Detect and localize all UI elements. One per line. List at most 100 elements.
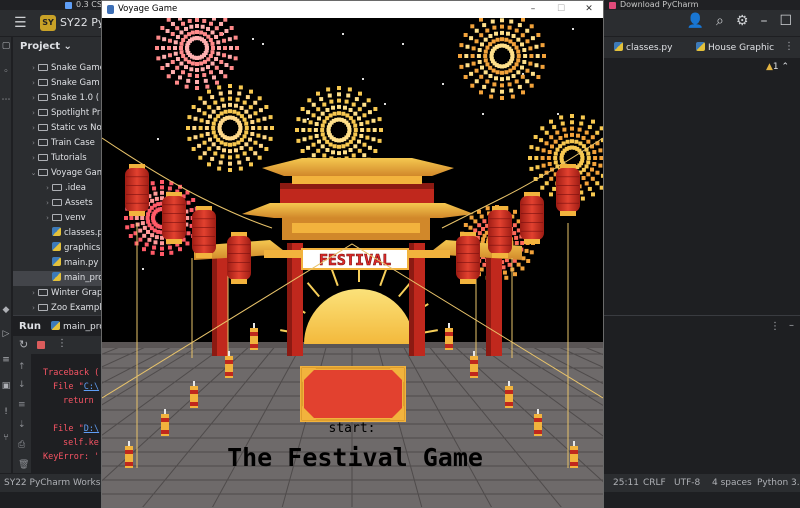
star [262,43,264,45]
folder-icon [38,94,48,101]
tree-item[interactable]: › venv [13,211,103,226]
chevron-icon[interactable]: › [29,286,38,301]
console-line: Traceback ( [43,368,100,378]
warnings-indicator[interactable]: ▲1 ⌃ [766,62,789,72]
terminal-icon[interactable]: ▣ [1,381,11,391]
editor-tab[interactable]: House Graphic [696,37,774,59]
hide-panel-icon[interactable]: – [789,320,794,331]
tree-item[interactable]: classes.p [13,226,103,241]
print-icon[interactable]: ⎙ [18,440,25,450]
tree-item[interactable]: › Snake 1.0 ( [13,91,103,106]
tree-item[interactable]: › Snake Gam [13,76,103,91]
game-window: Voyage Game – ☐ ✕ FESTIVAL start: The Fe… [101,0,604,508]
chevron-icon[interactable]: › [29,301,38,316]
close-icon[interactable]: ✕ [575,1,603,18]
browser-tab[interactable]: Download PyCharm [606,0,706,10]
chevron-icon[interactable]: › [29,151,38,166]
more-options-icon[interactable]: ⋮ [57,338,67,349]
maximize-icon[interactable]: ☐ [779,13,792,29]
tree-item[interactable]: › Assets [13,196,103,211]
status-encoding[interactable]: UTF-8 [674,474,700,492]
folder-icon [52,214,62,221]
editor-tab[interactable]: classes.py [614,37,672,59]
add-user-icon[interactable]: 👤 [687,13,704,29]
tree-item[interactable]: › .idea [13,181,103,196]
toolbar-right-icons: 👤 ⌕ ⚙ – ☐ [687,13,792,29]
game-window-title: Voyage Game [118,4,178,14]
star [384,103,386,105]
chevron-icon[interactable]: › [43,181,52,196]
game-canvas[interactable]: FESTIVAL start: The Festival Game [102,18,603,508]
project-panel-title[interactable]: Project ⌄ [20,41,72,52]
project-badge[interactable]: SY [40,15,56,31]
run-panel: Run main_pro ↻ ⋮ ↑ ↓ ≡ ⇣ ⎙ 🗑 Traceback (… [13,315,105,478]
star [142,268,144,270]
tree-item[interactable]: graphics [13,241,103,256]
tree-item[interactable]: › Zoo Exampl [13,301,103,316]
folder-icon [38,139,48,146]
problems-icon[interactable]: ! [1,407,11,417]
chevron-icon[interactable]: › [29,61,38,76]
status-indent[interactable]: 4 spaces [712,474,752,492]
status-caret[interactable]: 25:11 [613,474,639,492]
tree-item[interactable]: main.py [13,256,103,271]
chevron-icon[interactable]: › [29,76,38,91]
tree-item[interactable]: ⌄ Voyage Gam [13,166,103,181]
tree-item[interactable]: main_pro [13,271,103,286]
main-menu-icon[interactable]: ☰ [14,15,27,31]
tree-item[interactable]: › Static vs No [13,121,103,136]
tree-item[interactable]: › Spotlight Pr [13,106,103,121]
tree-item[interactable]: › Train Case [13,136,103,151]
scroll-end-icon[interactable]: ⇣ [18,420,26,430]
commit-icon[interactable]: ◦ [1,67,11,77]
star [482,113,484,115]
console-link[interactable]: C:\ [84,382,99,392]
folder-icon[interactable]: ▢ [1,41,11,51]
tree-item[interactable]: › Tutorials [13,151,103,166]
search-icon[interactable]: ⌕ [716,13,724,29]
console-line: File "D:\ [53,424,100,434]
run-panel-title: Run [19,321,41,332]
status-interpreter[interactable]: Python 3.1 [757,474,800,492]
chevron-icon[interactable]: ⌄ [29,166,38,181]
tree-item[interactable]: › Snake Game [13,61,103,76]
star [252,38,254,40]
maximize-icon[interactable]: ☐ [547,1,575,18]
down-arrow-icon[interactable]: ↓ [18,380,26,390]
status-line-sep[interactable]: CRLF [643,474,666,492]
run-tab[interactable]: main_pro [51,321,105,332]
chevron-icon[interactable]: › [29,136,38,151]
services-icon[interactable]: ▷ [1,329,11,339]
structure-icon[interactable]: ⋯ [1,95,11,105]
chevron-icon[interactable]: › [43,196,52,211]
more-options-icon[interactable]: ⋮ [770,321,780,332]
chevron-icon[interactable]: › [29,106,38,121]
more-tabs-icon[interactable]: ⋮ [784,41,794,52]
git-icon[interactable]: ⑂ [1,433,11,443]
chevron-icon[interactable]: › [29,91,38,106]
start-button[interactable] [300,366,406,422]
rerun-icon[interactable]: ↻ [19,338,28,351]
console-link[interactable]: D:\ [84,424,99,434]
up-arrow-icon[interactable]: ↑ [18,362,26,372]
chevron-icon[interactable]: › [43,211,52,226]
wrap-icon[interactable]: ≡ [18,400,26,410]
minimize-icon[interactable]: – [519,1,547,18]
python-file-icon [52,242,61,251]
folder-icon [38,304,48,311]
layers-icon[interactable]: ≡ [1,355,11,365]
console-line: self.ke [63,438,99,448]
settings-icon[interactable]: ⚙ [736,13,749,29]
stop-icon[interactable] [37,341,45,349]
python-file-icon [696,42,705,51]
python-packages-icon[interactable]: ◆ [1,305,11,315]
tree-item[interactable]: › Winter Grap [13,286,103,301]
trash-icon[interactable]: 🗑 [18,460,29,470]
project-panel: Project ⌄ › Snake Game › Snake Gam › Snake 1.… [13,37,103,315]
chevron-icon[interactable]: › [29,121,38,136]
tree-item-label: Assets [65,198,93,208]
tree-item-label: Snake Gam [51,78,100,88]
tree-item-label: main_pro [64,273,103,283]
minimize-icon[interactable]: – [760,13,767,29]
editor-area[interactable] [604,59,800,315]
